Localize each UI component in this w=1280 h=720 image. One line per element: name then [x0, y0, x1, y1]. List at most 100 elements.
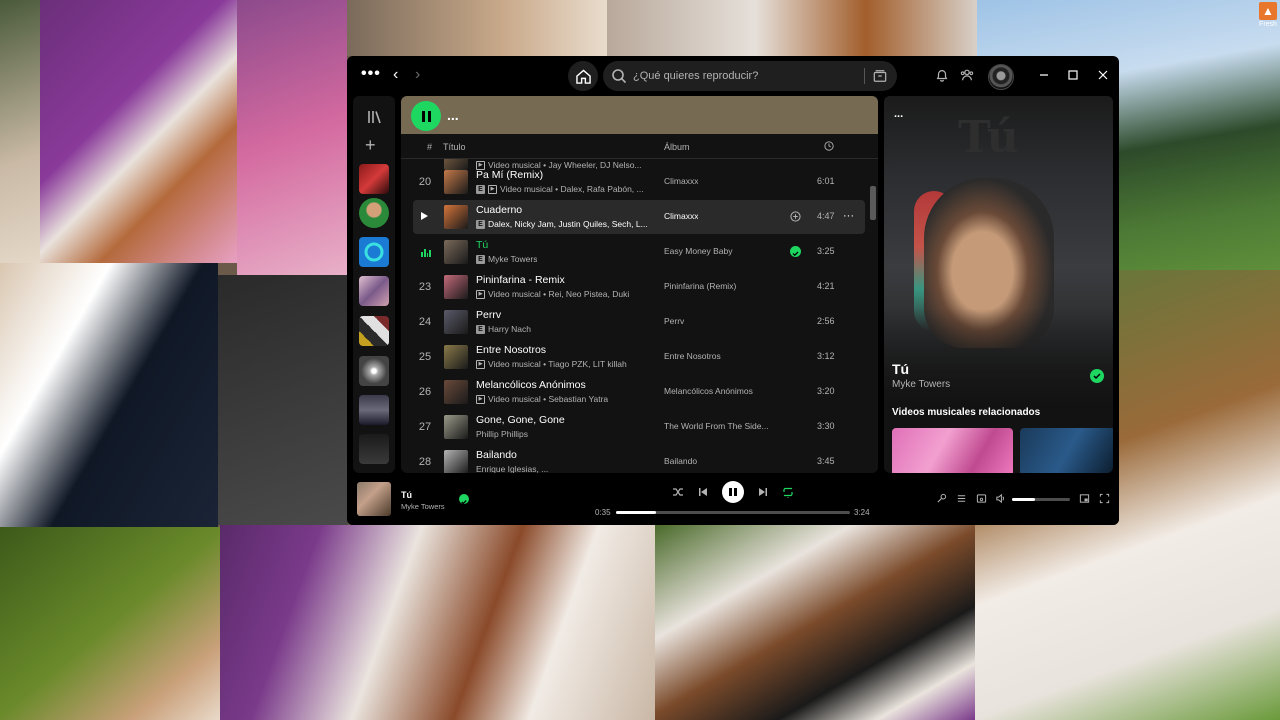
queue-icon[interactable] — [956, 493, 967, 504]
track-artists[interactable]: Phillip Phillips — [476, 429, 528, 439]
now-playing-artist[interactable]: Myke Towers — [892, 379, 950, 390]
sidebar-playlist-item[interactable] — [359, 395, 389, 425]
track-album[interactable]: Climaxxx — [664, 211, 698, 221]
fullscreen-icon[interactable] — [1099, 493, 1110, 504]
sidebar-playlist-item[interactable] — [359, 434, 389, 464]
track-row[interactable]: Cuaderno E Dalex, Nicky Jam, Justin Quiles… — [413, 200, 865, 234]
track-title[interactable]: Pa Mí (Remix) — [476, 169, 543, 181]
track-album[interactable]: Entre Nosotros — [664, 351, 721, 361]
panel-header[interactable]: ... — [894, 108, 903, 120]
track-row[interactable]: 23 Pininfarina - Remix ▶ Video musical • Re… — [413, 270, 865, 304]
track-album[interactable]: Perrv — [664, 316, 684, 326]
minimize-icon[interactable] — [1037, 68, 1051, 82]
play-icon[interactable] — [421, 212, 428, 220]
scrollbar[interactable] — [870, 186, 876, 220]
player-cover[interactable] — [357, 482, 391, 516]
bell-icon[interactable] — [935, 68, 949, 82]
track-row[interactable]: 27 Gone, Gone, Gone Phillip Phillips The Wo… — [413, 410, 865, 444]
track-artists[interactable]: ▶ Video musical • Rei, Neo Pistea, Duki — [476, 289, 629, 299]
next-icon[interactable] — [757, 486, 769, 498]
library-icon[interactable] — [366, 109, 382, 125]
track-artists[interactable]: E Dalex, Nicky Jam, Justin Quiles, Sech, … — [476, 219, 648, 229]
track-title[interactable]: Pininfarina - Remix — [476, 274, 565, 286]
track-album[interactable]: Easy Money Baby — [664, 246, 733, 256]
back-arrow-icon[interactable]: ‹ — [393, 66, 398, 84]
track-album[interactable]: The World From The Side... — [664, 421, 769, 431]
column-title[interactable]: Título — [443, 142, 466, 152]
track-artists[interactable]: E ▶ Video musical • Dalex, Rafa Pabón, ... — [476, 184, 644, 194]
track-number: 26 — [418, 386, 432, 398]
volume-icon[interactable] — [995, 493, 1006, 504]
home-button[interactable] — [568, 61, 598, 91]
sidebar-playlist-item[interactable] — [359, 356, 389, 386]
add-icon[interactable]: + — [365, 136, 376, 154]
saved-check-icon[interactable] — [459, 494, 469, 505]
track-title[interactable]: Perrv — [476, 309, 501, 321]
track-row[interactable]: 20 Pa Mí (Remix) E ▶ Video musical • Dalex, … — [413, 165, 865, 199]
track-row[interactable]: 26 Melancólicos Anónimos ▶ Video musical • … — [413, 375, 865, 409]
sidebar-playlist-item[interactable] — [359, 276, 389, 306]
track-title[interactable]: Cuaderno — [476, 204, 522, 216]
maximize-icon[interactable] — [1066, 68, 1080, 82]
volume-slider[interactable] — [1012, 498, 1070, 501]
desktop-shortcut[interactable]: ▲ Fresh — [1256, 2, 1280, 32]
wallpaper-tile — [655, 525, 975, 720]
clock-icon — [824, 141, 834, 151]
track-album[interactable]: Melancólicos Anónimos — [664, 386, 753, 396]
sidebar-playlist-item[interactable] — [359, 237, 389, 267]
miniplayer-icon[interactable] — [1079, 493, 1090, 504]
track-album[interactable]: Climaxxx — [664, 176, 698, 186]
track-row[interactable]: 25 Entre Nosotros ▶ Video musical • Tiago P… — [413, 340, 865, 374]
add-to-library-icon[interactable] — [790, 211, 801, 222]
track-title[interactable]: Entre Nosotros — [476, 344, 546, 356]
play-pause-button[interactable] — [722, 481, 744, 503]
track-artists-text: Harry Nach — [488, 324, 531, 334]
column-album[interactable]: Álbum — [664, 142, 690, 152]
track-title[interactable]: Tú — [476, 239, 488, 251]
friends-activity-icon[interactable] — [960, 68, 974, 82]
saved-check-icon[interactable] — [1090, 369, 1104, 383]
player-track-artist[interactable]: Myke Towers — [401, 502, 445, 511]
related-video-thumbnail[interactable] — [1020, 428, 1113, 473]
track-artists[interactable]: E Harry Nach — [476, 324, 531, 334]
microphone-icon[interactable] — [936, 493, 947, 504]
artwork-text: Tú — [958, 112, 1019, 163]
player-track-title[interactable]: Tú — [401, 490, 412, 500]
search-bar[interactable] — [603, 61, 897, 91]
saved-check-icon[interactable] — [790, 246, 801, 257]
user-avatar[interactable] — [988, 64, 1014, 90]
connect-device-icon[interactable] — [976, 493, 987, 504]
pause-button[interactable] — [411, 101, 441, 131]
search-input[interactable] — [633, 70, 853, 82]
track-artists[interactable]: Enrique Iglesias, ... — [476, 464, 548, 473]
track-album[interactable]: Bailando — [664, 456, 697, 466]
close-icon[interactable] — [1096, 68, 1110, 82]
track-row[interactable]: Tú E Myke Towers Easy Money Baby 3:25 — [413, 235, 865, 269]
track-title[interactable]: Melancólicos Anónimos — [476, 379, 586, 391]
more-options-icon[interactable]: ··· — [843, 210, 854, 222]
now-playing-title[interactable]: Tú — [892, 361, 909, 377]
track-number: 28 — [418, 456, 432, 468]
sidebar-playlist-item[interactable] — [359, 164, 389, 194]
sidebar-playlist-item[interactable] — [359, 316, 389, 346]
track-artists[interactable]: ▶ Video musical • Sebastian Yatra — [476, 394, 608, 404]
menu-dots-icon[interactable]: ••• — [361, 66, 381, 82]
track-artists-text: Video musical • Sebastian Yatra — [488, 394, 609, 404]
playlist-title: ... — [447, 107, 459, 123]
sidebar-artist-item[interactable] — [359, 198, 389, 228]
shuffle-icon[interactable] — [672, 486, 684, 498]
forward-arrow-icon[interactable]: › — [415, 66, 420, 84]
track-artists[interactable]: E Myke Towers — [476, 254, 537, 264]
browse-icon[interactable] — [873, 69, 887, 83]
track-row[interactable]: 28 Bailando Enrique Iglesias, ... Bailando 3… — [413, 445, 865, 473]
track-title[interactable]: Bailando — [476, 449, 517, 461]
track-album[interactable]: Pininfarina (Remix) — [664, 281, 736, 291]
track-artists[interactable]: ▶ Video musical • Tiago PZK, LIT killah — [476, 359, 627, 369]
track-row[interactable]: 24 Perrv E Harry Nach Perrv 2:56 — [413, 305, 865, 339]
app-shortcut-icon: ▲ — [1259, 2, 1277, 20]
progress-bar[interactable] — [616, 511, 850, 514]
track-title[interactable]: Gone, Gone, Gone — [476, 414, 565, 426]
related-video-thumbnail[interactable] — [892, 428, 1013, 473]
repeat-icon[interactable] — [782, 486, 794, 498]
previous-icon[interactable] — [697, 486, 709, 498]
